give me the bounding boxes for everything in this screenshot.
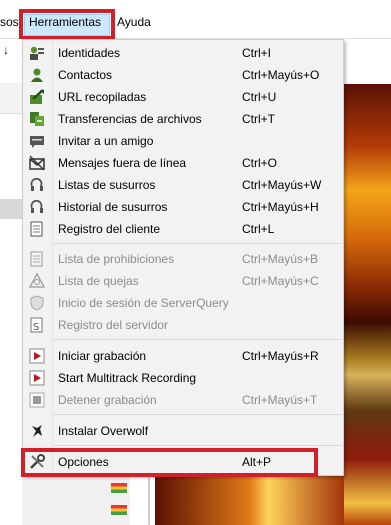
serverquery-login-icon: [29, 295, 45, 311]
menu-separator: [54, 414, 342, 415]
offline-messages-icon: [29, 155, 45, 171]
menu-item-label: Transferencias de archivos: [58, 112, 202, 126]
menu-item-iniciar-grabacion[interactable]: Iniciar grabación Ctrl+Mayús+R: [23, 345, 343, 367]
menu-item-shortcut: Ctrl+Mayús+W: [242, 178, 322, 192]
whisper-lists-icon: [29, 177, 45, 193]
menu-item-label: Detener grabación: [58, 393, 157, 407]
menu-item-label: Lista de prohibiciones: [58, 252, 175, 266]
menu-item-partial[interactable]: sos: [0, 14, 19, 30]
menu-item-label: Lista de quejas: [58, 274, 139, 288]
menu-item-serverquery[interactable]: Inicio de sesión de ServerQuery: [23, 292, 343, 314]
menu-separator: [54, 445, 342, 446]
menu-item-label: Iniciar grabación: [58, 349, 147, 363]
menu-item-shortcut: Ctrl+Mayús+T: [242, 393, 318, 407]
game-banner-image-bottom: [155, 473, 344, 525]
menu-item-lista-prohibiciones[interactable]: Lista de prohibiciones Ctrl+Mayús+B: [23, 248, 343, 270]
file-transfer-icon: [29, 111, 45, 127]
identities-icon: [29, 45, 45, 61]
left-selected-row[interactable]: [0, 199, 22, 219]
stop-record-icon: [29, 392, 45, 408]
panel-divider[interactable]: [148, 470, 150, 525]
menu-item-shortcut: Ctrl+T: [242, 112, 275, 126]
menu-item-label: Contactos: [58, 68, 113, 82]
menu-item-shortcut: Ctrl+L: [242, 222, 275, 236]
menu-separator: [54, 339, 342, 340]
client-log-icon: [29, 221, 45, 237]
menu-item-shortcut: Ctrl+Mayús+H: [242, 200, 319, 214]
ban-list-icon: [29, 251, 45, 267]
menu-separator: [54, 243, 342, 244]
menu-item-multitrack[interactable]: Start Multitrack Recording: [23, 367, 343, 389]
menu-item-shortcut: Ctrl+O: [242, 156, 278, 170]
overwolf-icon: [29, 423, 45, 439]
menu-item-url-recopiladas[interactable]: URL recopiladas Ctrl+U: [23, 86, 343, 108]
whisper-history-icon: [29, 199, 45, 215]
menu-item-label: Invitar a un amigo: [58, 134, 154, 148]
menu-item-label: Mensajes fuera de línea: [58, 156, 187, 170]
menu-item-label: Historial de susurros: [58, 200, 168, 214]
menu-item-transferencias[interactable]: Transferencias de archivos Ctrl+T: [23, 108, 343, 130]
menu-item-shortcut: Ctrl+I: [242, 46, 272, 60]
menu-item-shortcut: Ctrl+Mayús+B: [242, 252, 319, 266]
status-flag-icon: [111, 505, 127, 515]
menu-item-shortcut: Ctrl+Mayús+R: [242, 349, 319, 363]
menu-item-mensajes-offline[interactable]: Mensajes fuera de línea Ctrl+O: [23, 152, 343, 174]
menu-item-lista-quejas[interactable]: Lista de quejas Ctrl+Mayús+C: [23, 270, 343, 292]
menu-item-detener-grabacion[interactable]: Detener grabación Ctrl+Mayús+T: [23, 389, 343, 411]
game-banner-image: [344, 84, 391, 525]
menu-item-label: Inicio de sesión de ServerQuery: [58, 296, 229, 310]
menu-item-label: Registro del cliente: [58, 222, 161, 236]
menu-item-identidades[interactable]: Identidades Ctrl+I: [23, 42, 343, 64]
complaint-list-icon: [29, 273, 45, 289]
record-icon: [29, 348, 45, 364]
menu-item-invitar-amigo[interactable]: Invitar a un amigo: [23, 130, 343, 152]
menu-item-label: URL recopiladas: [58, 90, 147, 104]
left-toolbar-strip: [0, 83, 22, 114]
url-catcher-icon: [29, 89, 45, 105]
menu-item-label: Instalar Overwolf: [58, 424, 149, 438]
menu-item-label: Registro del servidor: [58, 318, 169, 332]
menu-item-label: Identidades: [58, 46, 121, 60]
server-log-icon: S: [29, 317, 45, 333]
menu-item-label: Start Multitrack Recording: [58, 371, 197, 385]
status-flag-icon: [111, 483, 127, 493]
menu-item-shortcut: Ctrl+Mayús+O: [242, 68, 320, 82]
menu-item-instalar-overwolf[interactable]: Instalar Overwolf: [23, 420, 343, 442]
menu-item-shortcut: Ctrl+Mayús+C: [242, 274, 319, 288]
menu-item-contactos[interactable]: Contactos Ctrl+Mayús+O: [23, 64, 343, 86]
svg-text:S: S: [33, 322, 39, 333]
menu-ayuda[interactable]: Ayuda: [117, 14, 151, 30]
menu-item-shortcut: Ctrl+U: [242, 90, 277, 104]
menu-item-registro-cliente[interactable]: Registro del cliente Ctrl+L: [23, 218, 343, 240]
menu-item-listas-susurros[interactable]: Listas de susurros Ctrl+Mayús+W: [23, 174, 343, 196]
multitrack-record-icon: [29, 370, 45, 386]
left-panel: [0, 39, 22, 525]
herramientas-dropdown: Identidades Ctrl+I Contactos Ctrl+Mayús+…: [22, 39, 344, 476]
toolbar-arrow-icon[interactable]: ↓: [3, 43, 9, 57]
highlight-options-item: [21, 448, 318, 477]
contacts-icon: [29, 67, 45, 83]
menu-item-historial-susurros[interactable]: Historial de susurros Ctrl+Mayús+H: [23, 196, 343, 218]
highlight-tools-menu: [19, 9, 115, 40]
menu-item-registro-servidor[interactable]: S Registro del servidor: [23, 314, 343, 336]
menu-item-label: Listas de susurros: [58, 178, 156, 192]
invite-friend-icon: [29, 133, 45, 149]
